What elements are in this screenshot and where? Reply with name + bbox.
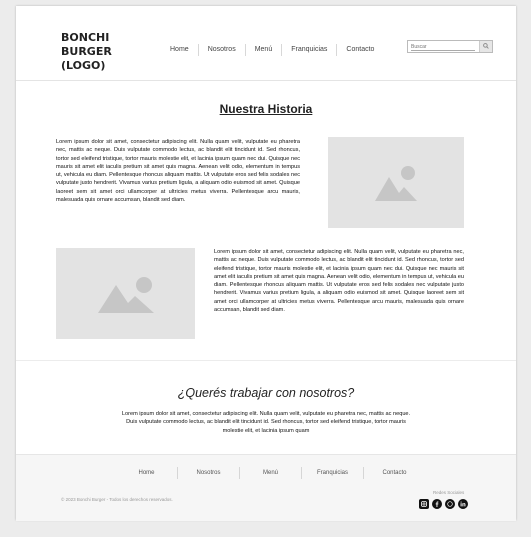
nav-contacto[interactable]: Contacto: [336, 44, 383, 56]
image-placeholder: [56, 248, 195, 339]
whatsapp-icon[interactable]: [445, 499, 455, 509]
logo-line: (LOGO): [61, 59, 106, 72]
footer-nav-nosotros[interactable]: Nosotros: [177, 467, 239, 479]
image-placeholder: [328, 137, 464, 228]
nav-nosotros[interactable]: Nosotros: [197, 44, 245, 56]
footer-nav-menu[interactable]: Menú: [239, 467, 301, 479]
historia-paragraph-2: Lorem ipsum dolor sit amet, consectetur …: [214, 249, 464, 314]
footer: Home Nosotros Menú Franquicias Contacto …: [16, 454, 516, 521]
search-button[interactable]: [479, 41, 492, 52]
nav-menu[interactable]: Menú: [244, 44, 282, 56]
trabaja-title: ¿Querés trabajar con nosotros?: [177, 386, 355, 400]
search-icon: [483, 43, 489, 49]
linkedin-icon[interactable]: [458, 499, 468, 509]
logo[interactable]: BONCHI BURGER (LOGO): [61, 31, 112, 73]
logo-line: BURGER: [61, 45, 112, 58]
social-links: [419, 499, 468, 509]
nav-home[interactable]: Home: [161, 44, 198, 56]
facebook-icon[interactable]: [432, 499, 442, 509]
nav-franquicias[interactable]: Franquicias: [281, 44, 336, 56]
historia-title: Nuestra Historia: [219, 102, 313, 116]
trabaja-text: Lorem ipsum dolor sit amet, consectetur …: [121, 411, 411, 434]
footer-nav-franquicias[interactable]: Franquicias: [301, 467, 363, 479]
social-label: Redes Sociales: [433, 490, 465, 495]
instagram-icon[interactable]: [419, 499, 429, 509]
header: BONCHI BURGER (LOGO) Home Nosotros Menú …: [16, 6, 516, 81]
historia-paragraph-1: Lorem ipsum dolor sit amet, consectetur …: [56, 139, 300, 204]
logo-line: BONCHI: [61, 31, 110, 44]
main-nav: Home Nosotros Menú Franquicias Contacto: [161, 44, 383, 56]
section-divider: [16, 360, 516, 361]
image-icon: [97, 276, 154, 313]
footer-nav-home[interactable]: Home: [116, 467, 177, 479]
image-icon: [375, 165, 417, 201]
search-box: [407, 40, 493, 53]
search-input[interactable]: [411, 43, 475, 51]
footer-nav-contacto[interactable]: Contacto: [363, 467, 425, 479]
footer-nav: Home Nosotros Menú Franquicias Contacto: [116, 467, 425, 479]
copyright-text: © 2023 Bonchi Burger - Todos los derecho…: [61, 497, 173, 502]
page: BONCHI BURGER (LOGO) Home Nosotros Menú …: [16, 6, 516, 521]
